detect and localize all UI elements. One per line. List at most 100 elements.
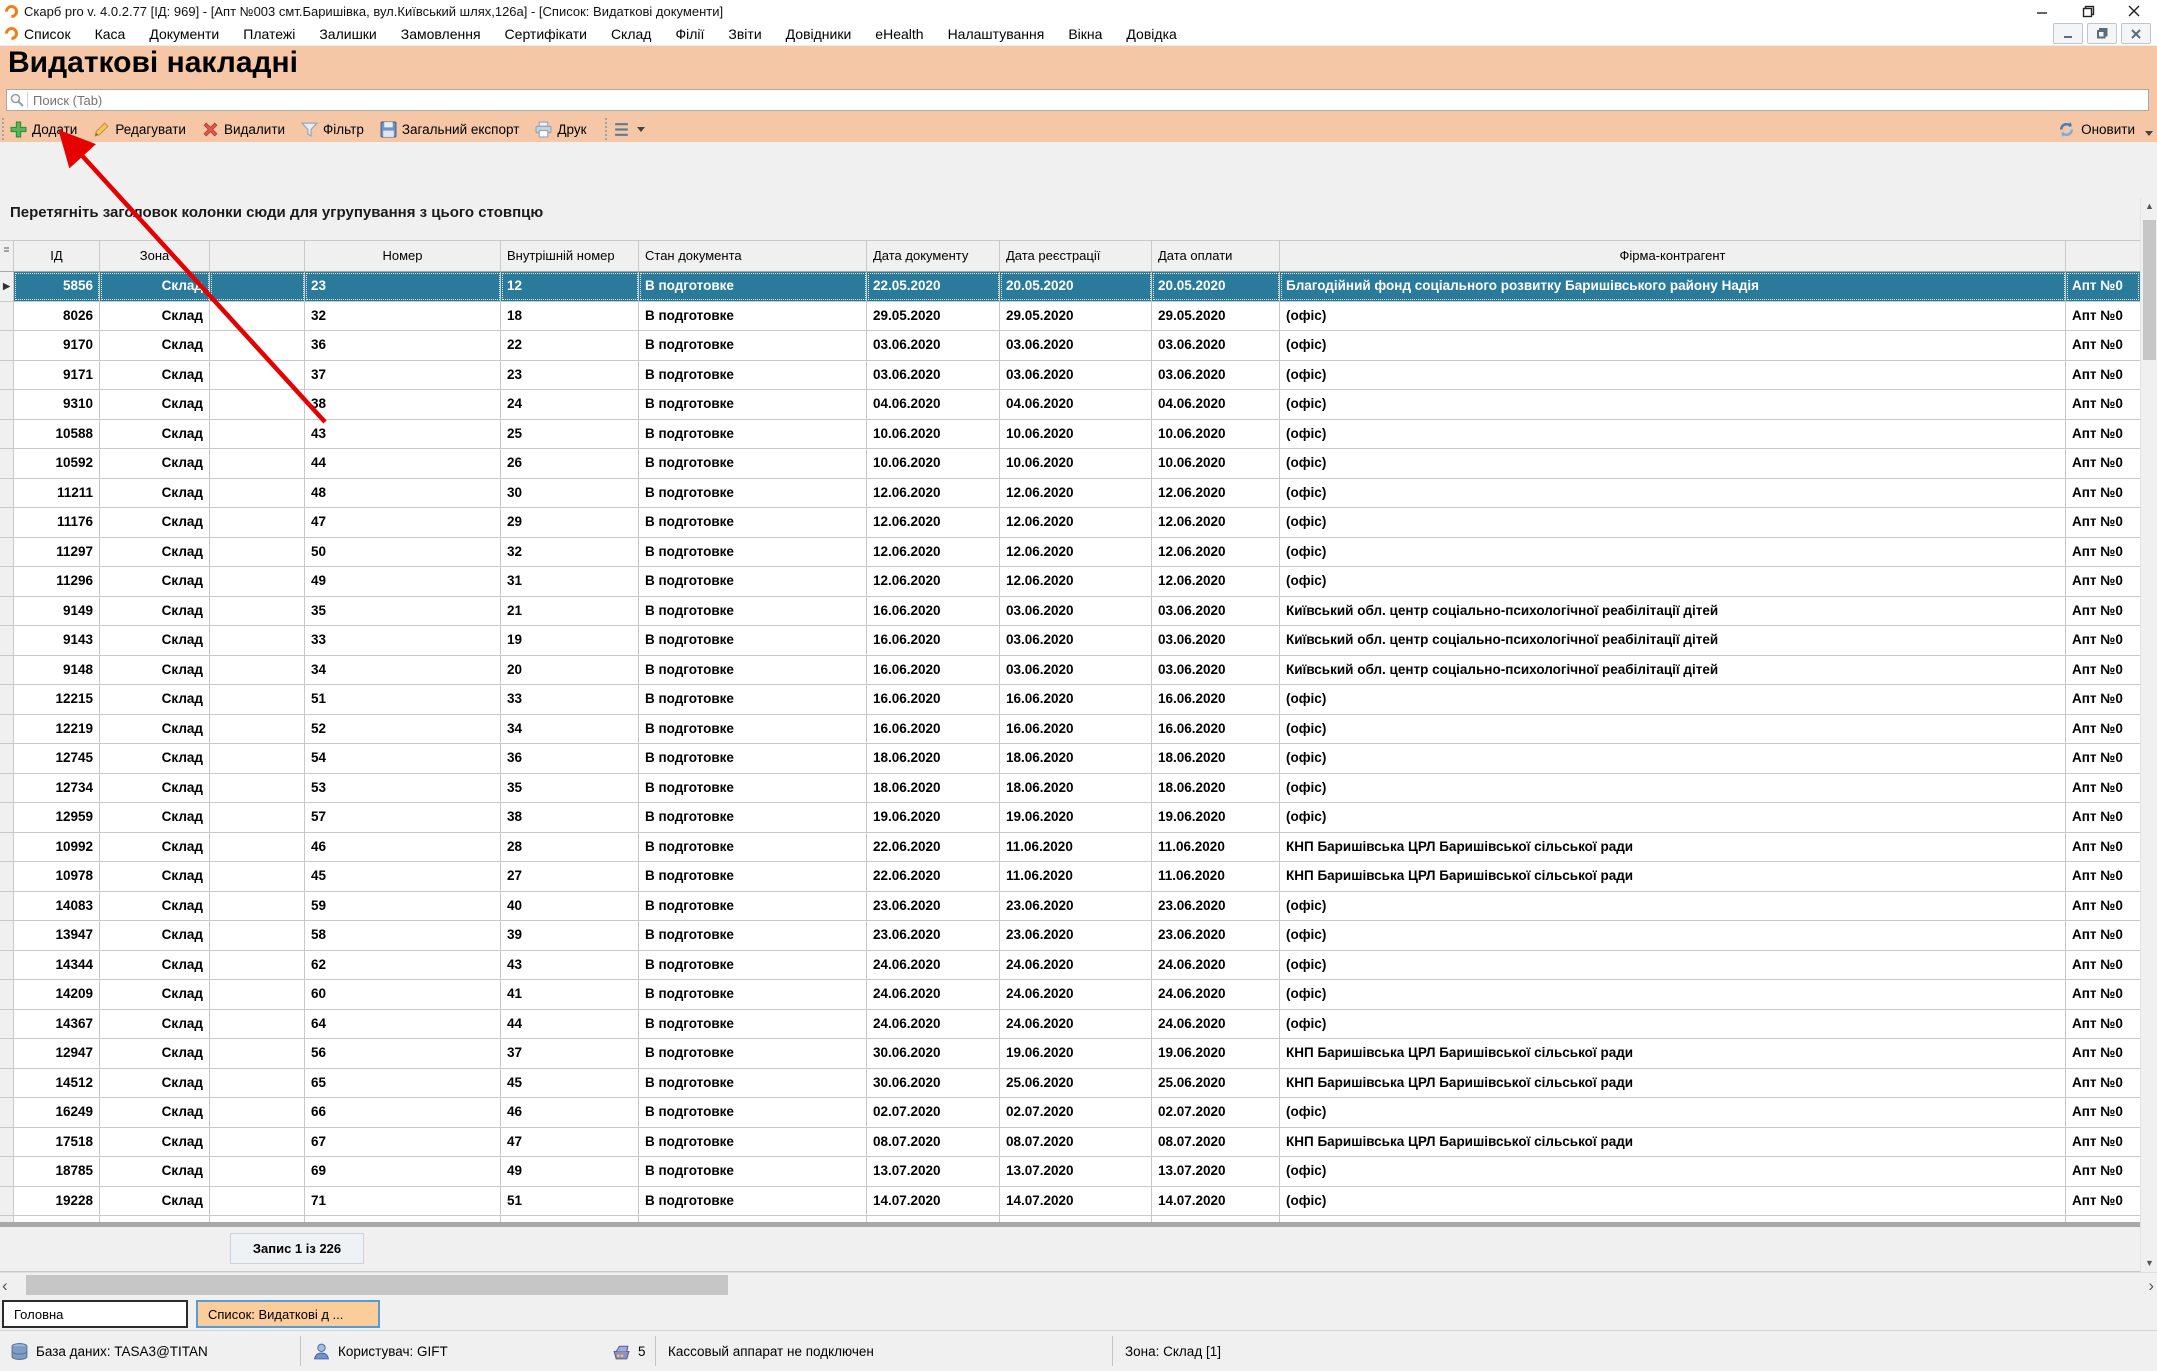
- close-button[interactable]: [2111, 0, 2157, 22]
- menu-item-6[interactable]: Замовлення: [401, 26, 481, 42]
- add-button[interactable]: Додати: [10, 121, 77, 138]
- menu-item-15[interactable]: Довідка: [1126, 26, 1176, 42]
- table-row[interactable]: 8026Склад3218В подготовке29.05.202029.05…: [0, 302, 2140, 332]
- export-button[interactable]: Загальний експорт: [380, 121, 520, 138]
- column-header-3[interactable]: [210, 241, 305, 271]
- table-row[interactable]: 11211Склад4830В подготовке12.06.202012.0…: [0, 479, 2140, 509]
- menu-item-8[interactable]: Склад: [611, 26, 652, 42]
- cell: Апт №0: [2066, 685, 2140, 714]
- menu-item-1[interactable]: Список: [24, 26, 71, 42]
- menu-item-11[interactable]: Довідники: [786, 26, 852, 42]
- tab-home[interactable]: Головна: [2, 1300, 188, 1328]
- menu-item-14[interactable]: Вікна: [1068, 26, 1102, 42]
- vertical-scroll-thumb[interactable]: [2143, 220, 2156, 360]
- table-row[interactable]: 19228Склад7151В подготовке14.07.202014.0…: [0, 1187, 2140, 1217]
- menu-item-2[interactable]: Каса: [95, 26, 126, 42]
- table-row[interactable]: 9143Склад3319В подготовке16.06.202003.06…: [0, 626, 2140, 656]
- table-row[interactable]: 14512Склад6545В подготовке30.06.202025.0…: [0, 1069, 2140, 1099]
- menu-item-9[interactable]: Філії: [675, 26, 704, 42]
- refresh-button[interactable]: Оновити: [2057, 120, 2135, 139]
- table-row[interactable]: 11297Склад5032В подготовке12.06.202012.0…: [0, 538, 2140, 568]
- table-row[interactable]: 10978Склад4527В подготовке22.06.202011.0…: [0, 862, 2140, 892]
- minimize-button[interactable]: [2019, 0, 2065, 22]
- table-row[interactable]: 17518Склад6747В подготовке08.07.202008.0…: [0, 1128, 2140, 1158]
- menu-bar: Список Каса Документи Платежі Залишки Замовле…: [0, 22, 2157, 46]
- cell: В подготовке: [639, 508, 867, 537]
- child-restore-button[interactable]: [2087, 23, 2117, 44]
- scroll-right-icon[interactable]: ›: [2148, 1276, 2154, 1296]
- group-panel[interactable]: Перетягніть заголовок колонки сюди для у…: [0, 142, 2157, 240]
- scroll-down-icon[interactable]: ▼: [2141, 1255, 2157, 1272]
- tab-expense-documents[interactable]: Список: Видаткові д ...: [196, 1300, 380, 1328]
- cell: (офіс): [1280, 951, 2066, 980]
- table-row[interactable]: 12219Склад5234В подготовке16.06.202016.0…: [0, 715, 2140, 745]
- table-row[interactable]: 9171Склад3723В подготовке03.06.202003.06…: [0, 361, 2140, 391]
- table-row[interactable]: 14344Склад6243В подготовке24.06.202024.0…: [0, 951, 2140, 981]
- table-row[interactable]: 12215Склад5133В подготовке16.06.202016.0…: [0, 685, 2140, 715]
- cell: [210, 980, 305, 1009]
- table-row[interactable]: 12745Склад5436В подготовке18.06.202018.0…: [0, 744, 2140, 774]
- table-row[interactable]: 16249Склад6646В подготовке02.07.202002.0…: [0, 1098, 2140, 1128]
- view-options-button[interactable]: [613, 121, 645, 138]
- table-row[interactable]: 12947Склад5637В подготовке30.06.202019.0…: [0, 1039, 2140, 1069]
- cell: 22.06.2020: [867, 862, 1000, 891]
- table-row[interactable]: 12734Склад5335В подготовке18.06.202018.0…: [0, 774, 2140, 804]
- cell: Київський обл. центр соціально-психологі…: [1280, 626, 2066, 655]
- table-row[interactable]: 10588Склад4325В подготовке10.06.202010.0…: [0, 420, 2140, 450]
- column-header-7[interactable]: Дата документу: [867, 241, 1000, 271]
- cell: В подготовке: [639, 449, 867, 478]
- cell: 22: [501, 331, 639, 360]
- column-header-5[interactable]: Внутрішній номер: [501, 241, 639, 271]
- filter-button[interactable]: Фільтр: [301, 121, 364, 138]
- restore-button[interactable]: [2065, 0, 2111, 22]
- table-row[interactable]: 9149Склад3521В подготовке16.06.202003.06…: [0, 597, 2140, 627]
- column-header-2[interactable]: Зона: [100, 241, 210, 271]
- vertical-scrollbar[interactable]: ▲ ▼: [2140, 198, 2157, 1272]
- table-row[interactable]: 10592Склад4426В подготовке10.06.202010.0…: [0, 449, 2140, 479]
- table-row[interactable]: ▸5856Склад2312В подготовке22.05.202020.0…: [0, 272, 2140, 302]
- table-row[interactable]: 14367Склад6444В подготовке24.06.202024.0…: [0, 1010, 2140, 1040]
- column-header-9[interactable]: Дата оплати: [1152, 241, 1280, 271]
- column-header-6[interactable]: Стан документа: [639, 241, 867, 271]
- horizontal-scroll-thumb[interactable]: [26, 1275, 728, 1295]
- refresh-dropdown-icon[interactable]: [2145, 131, 2153, 136]
- scroll-left-icon[interactable]: ‹: [2, 1276, 8, 1296]
- menu-item-10[interactable]: Звіти: [728, 26, 761, 42]
- table-row[interactable]: 9310Склад3824В подготовке04.06.202004.06…: [0, 390, 2140, 420]
- table-row[interactable]: 14209Склад6041В подготовке24.06.202024.0…: [0, 980, 2140, 1010]
- edit-button[interactable]: Редагувати: [93, 121, 186, 138]
- table-row[interactable]: 10992Склад4628В подготовке22.06.202011.0…: [0, 833, 2140, 863]
- column-header-10[interactable]: Фірма-контрагент: [1280, 241, 2066, 271]
- horizontal-scrollbar[interactable]: ‹ ›: [0, 1272, 2157, 1298]
- cell: 9148: [14, 656, 100, 685]
- menu-item-12[interactable]: eHealth: [875, 26, 923, 42]
- cell: 03.06.2020: [1152, 597, 1280, 626]
- menu-item-13[interactable]: Налаштування: [948, 26, 1045, 42]
- record-counter: Запис 1 із 226: [230, 1233, 364, 1264]
- column-header-8[interactable]: Дата реєстрації: [1000, 241, 1152, 271]
- table-row[interactable]: 18785Склад6949В подготовке13.07.202013.0…: [0, 1157, 2140, 1187]
- table-row[interactable]: 9170Склад3622В подготовке03.06.202003.06…: [0, 331, 2140, 361]
- table-row[interactable]: 11296Склад4931В подготовке12.06.202012.0…: [0, 567, 2140, 597]
- column-header-4[interactable]: Номер: [305, 241, 501, 271]
- cell: 10.06.2020: [1000, 420, 1152, 449]
- search-input[interactable]: [31, 90, 2148, 110]
- delete-button[interactable]: Видалити: [202, 121, 285, 138]
- menu-item-4[interactable]: Платежі: [243, 26, 295, 42]
- table-row[interactable]: 14083Склад5940В подготовке23.06.202023.0…: [0, 892, 2140, 922]
- column-header-11[interactable]: [2066, 241, 2140, 271]
- menu-item-7[interactable]: Сертифікати: [505, 26, 587, 42]
- table-row[interactable]: 13947Склад5839В подготовке23.06.202023.0…: [0, 921, 2140, 951]
- menu-item-3[interactable]: Документи: [149, 26, 219, 42]
- search-box[interactable]: [6, 89, 2149, 111]
- scroll-up-icon[interactable]: ▲: [2141, 198, 2157, 215]
- cell: В подготовке: [639, 1039, 867, 1068]
- table-row[interactable]: 12959Склад5738В подготовке19.06.202019.0…: [0, 803, 2140, 833]
- table-row[interactable]: 9148Склад3420В подготовке16.06.202003.06…: [0, 656, 2140, 686]
- table-row[interactable]: 11176Склад4729В подготовке12.06.202012.0…: [0, 508, 2140, 538]
- child-close-button[interactable]: [2121, 23, 2151, 44]
- menu-item-5[interactable]: Залишки: [319, 26, 376, 42]
- print-button[interactable]: Друк: [535, 121, 586, 138]
- column-header-1[interactable]: ІД: [14, 241, 100, 271]
- child-minimize-button[interactable]: [2053, 23, 2083, 44]
